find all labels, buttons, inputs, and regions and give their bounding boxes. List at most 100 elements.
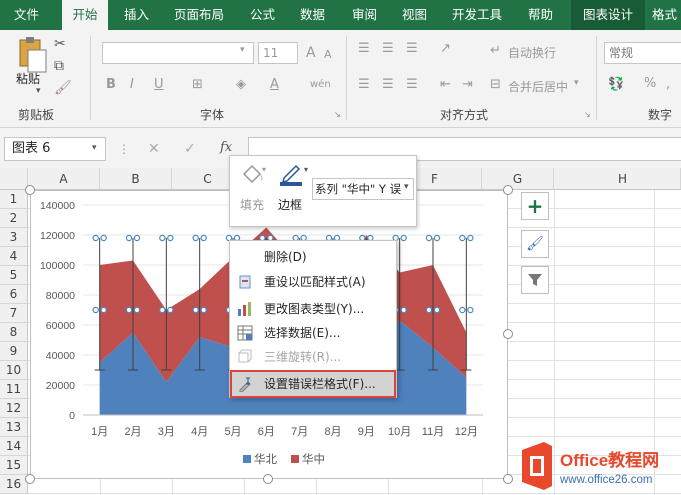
phonetic-icon[interactable]: wén	[310, 76, 331, 94]
format-painter-icon[interactable]: 🖌	[54, 80, 72, 96]
row-header[interactable]: 10	[0, 361, 28, 380]
decrease-font-icon[interactable]: A	[324, 46, 332, 64]
series-select[interactable]: 系列 "华中" Y 误	[312, 178, 414, 200]
row-header[interactable]: 14	[0, 437, 28, 456]
paste-button[interactable]: 粘贴	[16, 70, 40, 87]
merge-icon[interactable]: ⊟	[490, 76, 501, 94]
launcher-icon[interactable]: ↘	[334, 110, 341, 119]
fill-bucket-icon[interactable]: ▾	[240, 162, 268, 189]
currency-icon[interactable]: 💱	[608, 76, 624, 94]
fill-color-icon[interactable]: ◈	[236, 76, 246, 94]
more-icon: ⋮	[118, 142, 130, 156]
column-header[interactable]: B	[100, 168, 172, 190]
tab-developer[interactable]: 开发工具	[452, 0, 502, 30]
number-format-select[interactable]: 常规	[604, 42, 681, 64]
cut-icon[interactable]: ✂	[54, 36, 66, 52]
row-header[interactable]: 15	[0, 456, 28, 475]
wrap-text-icon[interactable]: ↵	[490, 42, 501, 60]
resize-handle[interactable]	[263, 474, 273, 484]
row-header[interactable]: 12	[0, 399, 28, 418]
resize-handle[interactable]	[503, 474, 513, 484]
row-header[interactable]: 8	[0, 323, 28, 342]
chevron-down-icon[interactable]: ▾	[240, 45, 245, 55]
merge-center-button[interactable]: 合并后居中	[508, 78, 568, 95]
select-all-corner[interactable]	[0, 168, 28, 190]
chevron-down-icon[interactable]: ▾	[404, 182, 409, 192]
chevron-down-icon[interactable]: ▾	[92, 143, 97, 153]
border-icon[interactable]: ⊞	[192, 76, 203, 94]
align-left-icon[interactable]: ☰	[358, 76, 370, 94]
tab-file[interactable]: 文件	[14, 0, 39, 30]
chevron-down-icon[interactable]: ▾	[36, 86, 41, 96]
menu-item-select-data[interactable]: 选择数据(E)...	[232, 321, 394, 345]
row-header[interactable]: 11	[0, 380, 28, 399]
chart-filters-button[interactable]	[521, 266, 549, 294]
menu-item-change-chart-type[interactable]: 更改图表类型(Y)...	[232, 297, 394, 321]
tab-format[interactable]: 格式	[652, 0, 677, 30]
row-header[interactable]: 5	[0, 266, 28, 285]
row-header[interactable]: 13	[0, 418, 28, 437]
row-header[interactable]: 7	[0, 304, 28, 323]
font-color-icon[interactable]: A	[270, 76, 279, 94]
tab-page-layout[interactable]: 页面布局	[174, 0, 224, 30]
resize-handle[interactable]	[25, 185, 35, 195]
row-header[interactable]: 3	[0, 228, 28, 247]
orientation-icon[interactable]: ↗	[440, 40, 451, 58]
align-top-icon[interactable]: ☰	[358, 40, 370, 58]
resize-handle[interactable]	[503, 329, 513, 339]
insert-function-button[interactable]: fx	[220, 140, 232, 155]
tab-formulas[interactable]: 公式	[250, 0, 275, 30]
menu-item-reset-style[interactable]: 重设以匹配样式(A)	[232, 270, 394, 294]
indent-increase-icon[interactable]: ⇥	[462, 76, 473, 94]
resize-handle[interactable]	[25, 474, 35, 484]
tab-help[interactable]: 帮助	[528, 0, 553, 30]
copy-icon[interactable]: ⧉	[54, 58, 64, 74]
row-header[interactable]: 9	[0, 342, 28, 361]
tab-review[interactable]: 审阅	[352, 0, 377, 30]
font-name-select[interactable]	[102, 42, 254, 64]
align-center-icon[interactable]: ☰	[382, 76, 394, 94]
tab-insert[interactable]: 插入	[124, 0, 149, 30]
name-box[interactable]: 图表 6	[4, 137, 106, 161]
outline-button[interactable]: 边框	[278, 196, 302, 213]
cancel-icon[interactable]: ✕	[148, 141, 160, 157]
x-tick-label: 11月	[422, 426, 444, 438]
align-middle-icon[interactable]: ☰	[382, 40, 394, 58]
menu-item-delete[interactable]: 删除(D)	[232, 245, 394, 269]
row-header[interactable]: 2	[0, 209, 28, 228]
column-header[interactable]: H	[554, 168, 681, 190]
chart-elements-button[interactable]: +	[521, 192, 549, 220]
column-header[interactable]: G	[482, 168, 554, 190]
row-header[interactable]: 6	[0, 285, 28, 304]
chevron-down-icon[interactable]: ▾	[574, 78, 579, 88]
confirm-icon[interactable]: ✓	[184, 141, 196, 157]
align-bottom-icon[interactable]: ☰	[406, 40, 418, 58]
chart-styles-button[interactable]: 🖌	[521, 230, 549, 258]
wrap-text-button[interactable]: 自动换行	[508, 44, 556, 61]
indent-decrease-icon[interactable]: ⇤	[440, 76, 451, 94]
bold-button[interactable]: B	[106, 76, 116, 94]
italic-button[interactable]: I	[130, 76, 134, 94]
tab-home[interactable]: 开始	[62, 0, 108, 30]
error-bar-handle	[200, 234, 207, 242]
outline-pen-icon[interactable]: ▾	[278, 162, 310, 191]
font-size-select[interactable]: 11	[258, 42, 298, 64]
row-header[interactable]: 4	[0, 247, 28, 266]
resize-handle[interactable]	[503, 185, 513, 195]
row-header[interactable]: 16	[0, 475, 28, 494]
tab-view[interactable]: 视图	[402, 0, 427, 30]
tab-data[interactable]: 数据	[300, 0, 325, 30]
menu-item-format-error-bars[interactable]: 设置错误栏格式(F)...	[230, 370, 396, 398]
underline-button[interactable]: U	[154, 76, 164, 94]
error-bar-handle	[425, 234, 433, 242]
align-right-icon[interactable]: ☰	[406, 76, 418, 94]
error-bar-handle	[400, 234, 407, 242]
column-header[interactable]: A	[28, 168, 100, 190]
tab-chart-design[interactable]: 图表设计	[571, 0, 646, 30]
comma-icon[interactable]: ,	[666, 76, 670, 94]
fill-button[interactable]: 填充	[240, 196, 264, 213]
row-header[interactable]: 1	[0, 190, 28, 209]
launcher-icon[interactable]: ↘	[584, 110, 591, 119]
increase-font-icon[interactable]: A	[306, 44, 316, 62]
percent-button[interactable]: %	[644, 76, 656, 91]
